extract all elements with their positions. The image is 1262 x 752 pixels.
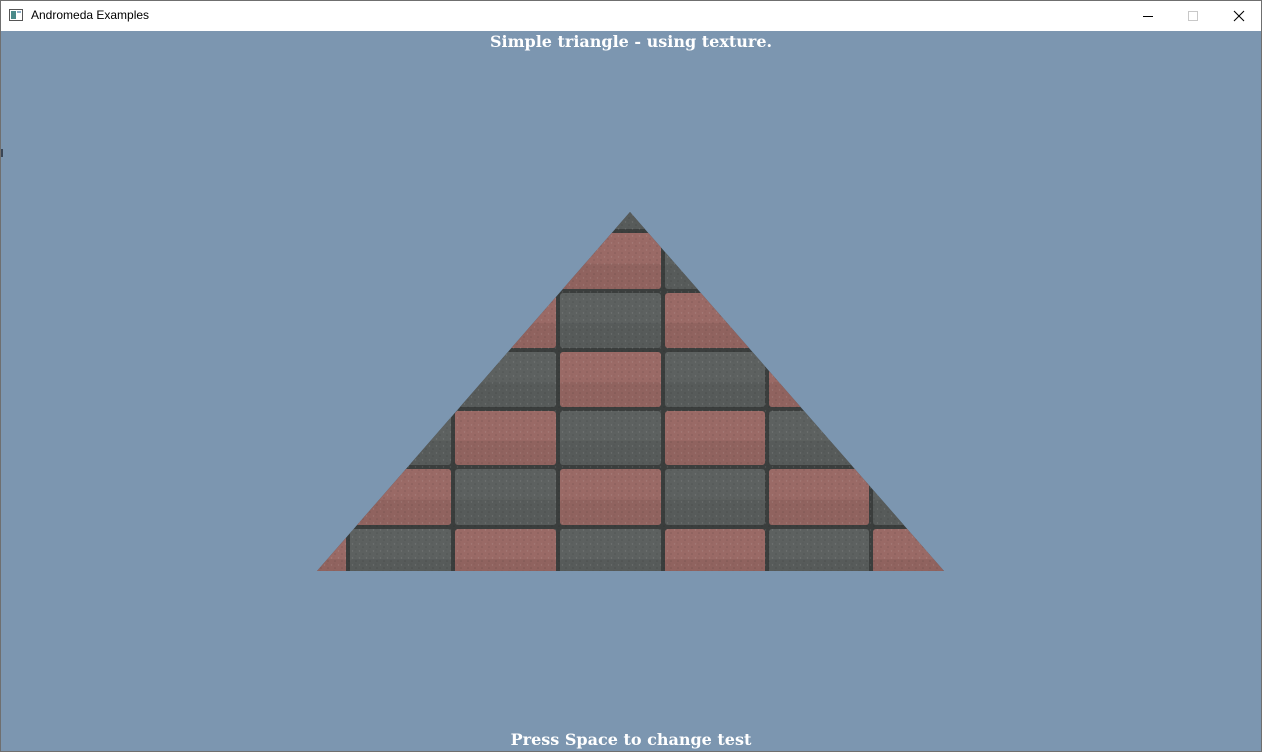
brick-shade (455, 212, 556, 230)
brick-shade (317, 212, 346, 230)
brick-tile (873, 411, 944, 465)
brick-tile (350, 293, 451, 348)
title-bar[interactable]: Andromeda Examples (1, 1, 1261, 31)
maximize-icon (1188, 11, 1198, 21)
brick-shade (317, 382, 346, 407)
brick-shade (350, 263, 451, 289)
brick-shade (350, 382, 451, 407)
brick-tile (873, 293, 944, 348)
minimize-icon (1143, 16, 1153, 17)
brick-tile (317, 411, 346, 465)
window-title: Andromeda Examples (31, 8, 150, 22)
close-icon (1233, 10, 1245, 22)
brick-tile (769, 293, 869, 348)
brick-tile (317, 293, 346, 348)
brick-tile (350, 352, 451, 407)
brick-tile (873, 212, 944, 229)
brick-shade (560, 212, 661, 230)
brick-shade (873, 323, 944, 348)
app-window: Andromeda Examples Simple triangle - usi… (0, 0, 1262, 752)
brick-tile (560, 212, 661, 229)
minimize-button[interactable] (1125, 1, 1171, 31)
brick-tile (455, 212, 556, 229)
brick-shade (317, 440, 346, 466)
maximize-button[interactable] (1170, 1, 1216, 31)
brick-shade (769, 323, 869, 348)
brick-shade (317, 263, 346, 290)
brick-shade (317, 323, 346, 348)
brick-shade (873, 382, 944, 407)
brick-tile (873, 233, 944, 289)
brick-shade (350, 323, 451, 348)
close-button[interactable] (1216, 1, 1262, 31)
brick-shade (317, 499, 346, 525)
brick-tile (350, 233, 451, 289)
brick-shade (769, 212, 869, 230)
brick-shade (769, 263, 869, 289)
brick-tile (873, 352, 944, 407)
brick-tile (317, 233, 346, 289)
brick-shade (665, 212, 765, 230)
brick-tile (769, 233, 869, 289)
example-title: Simple triangle - using texture. (489, 32, 773, 51)
triangle-scene (317, 212, 944, 571)
brick-shade (873, 440, 944, 466)
textured-triangle (317, 212, 944, 571)
brick-tile (769, 212, 869, 229)
brick-tile (317, 352, 346, 407)
brick-shade (350, 212, 451, 230)
brick-tile (350, 212, 451, 229)
brick-tile (665, 212, 765, 229)
app-window-icon (9, 9, 23, 21)
brick-tile (317, 469, 346, 525)
brick-shade (455, 263, 556, 289)
brick-tile (455, 233, 556, 289)
instruction-text: Press Space to change test (510, 730, 752, 749)
brick-shade (873, 212, 944, 230)
brick-tile (317, 212, 346, 229)
brick-shade (873, 263, 944, 290)
render-viewport[interactable]: Simple triangle - using texture. Press S… (1, 31, 1261, 751)
